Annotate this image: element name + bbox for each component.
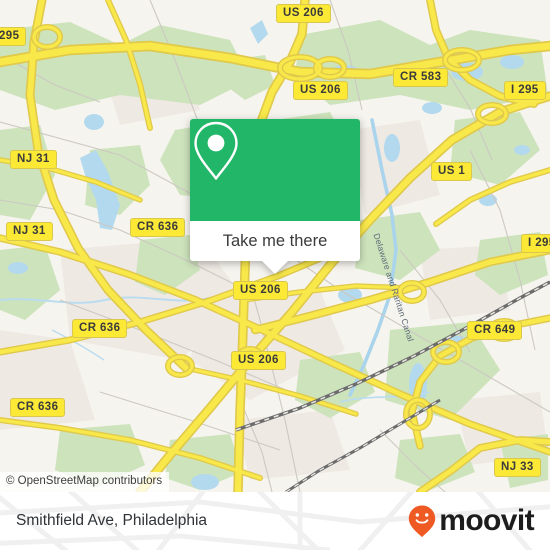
highway-shield: US 206 <box>276 4 331 23</box>
highway-shield: CR 636 <box>10 398 66 417</box>
map-screenshot: Delaware and Raritan Canal US 206 295 CR 5… <box>0 0 550 550</box>
highway-shield: US 1 <box>431 162 473 181</box>
highway-shield: 295 <box>0 27 27 46</box>
map-pin-icon <box>194 121 238 180</box>
highway-shield: CR 636 <box>72 319 128 338</box>
highway-shield: NJ 31 <box>6 222 53 241</box>
popup-header <box>190 119 360 221</box>
highway-shield: US 206 <box>231 351 286 370</box>
highway-shield: NJ 33 <box>494 458 541 477</box>
moovit-logo[interactable]: moovit <box>407 504 535 538</box>
osm-attribution[interactable]: © OpenStreetMap contributors <box>0 472 170 492</box>
popup-pointer-tail <box>262 261 288 274</box>
highway-shield: CR 649 <box>467 321 523 340</box>
place-name-label: Smithfield Ave, Philadelphia <box>16 512 208 529</box>
highway-shield: US 206 <box>293 81 348 100</box>
highway-shield: US 206 <box>233 281 288 300</box>
highway-shield: I 295 <box>521 234 550 253</box>
footer-bar: Smithfield Ave, Philadelphia moovit <box>0 492 550 550</box>
take-me-there-label: Take me there <box>222 231 328 250</box>
highway-shield: NJ 31 <box>10 150 57 169</box>
moovit-wordmark: moovit <box>439 504 534 537</box>
highway-shield: CR 583 <box>393 68 449 87</box>
location-popup-card[interactable]: Take me there <box>190 119 360 274</box>
highway-shield: I 295 <box>504 81 546 100</box>
moovit-pin-smiley-icon <box>409 505 436 537</box>
highway-shield: CR 636 <box>130 218 186 237</box>
take-me-there-button[interactable]: Take me there <box>190 221 360 261</box>
map-canvas[interactable]: Delaware and Raritan Canal US 206 295 CR 5… <box>0 0 550 492</box>
